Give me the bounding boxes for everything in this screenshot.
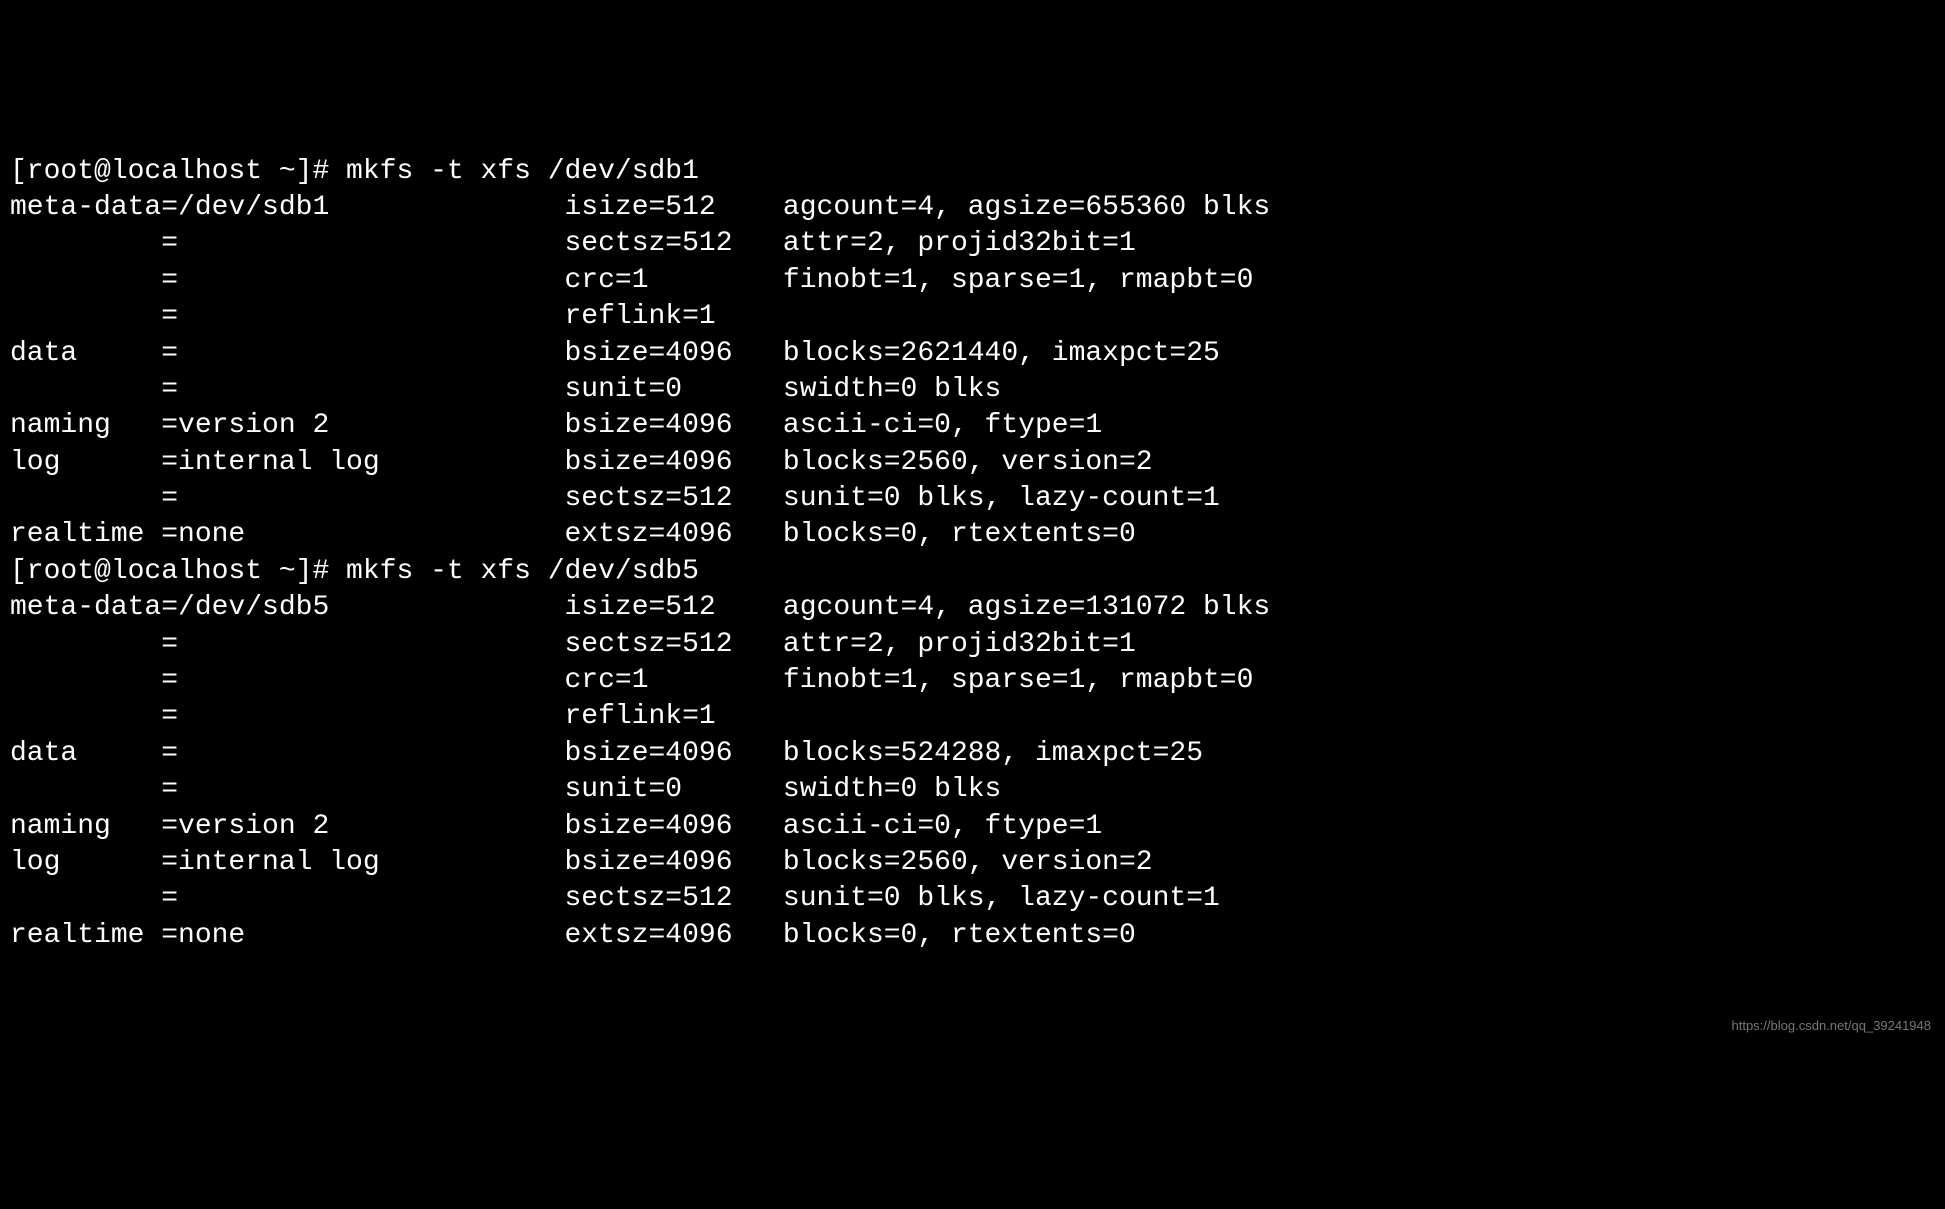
terminal-output: [root@localhost ~]# mkfs -t xfs /dev/sdb… [10, 154, 1935, 955]
output-line: realtime =none extsz=4096 blocks=0, rtex… [10, 920, 1136, 951]
output-line: naming =version 2 bsize=4096 ascii-ci=0,… [10, 410, 1102, 441]
output-line: realtime =none extsz=4096 blocks=0, rtex… [10, 519, 1136, 550]
output-line: = sunit=0 swidth=0 blks [10, 774, 1001, 805]
output-line: = crc=1 finobt=1, sparse=1, rmapbt=0 [10, 665, 1253, 696]
watermark-text: https://blog.csdn.net/qq_39241948 [1732, 1018, 1932, 1035]
output-line: log =internal log bsize=4096 blocks=2560… [10, 447, 1153, 478]
output-line: = crc=1 finobt=1, sparse=1, rmapbt=0 [10, 265, 1253, 296]
output-line: = sectsz=512 sunit=0 blks, lazy-count=1 [10, 883, 1220, 914]
output-line: meta-data=/dev/sdb1 isize=512 agcount=4,… [10, 192, 1270, 223]
output-line: = reflink=1 [10, 701, 716, 732]
output-line: = sectsz=512 attr=2, projid32bit=1 [10, 228, 1136, 259]
prompt-line[interactable]: [root@localhost ~]# mkfs -t xfs /dev/sdb… [10, 156, 699, 187]
output-line: = sectsz=512 attr=2, projid32bit=1 [10, 629, 1136, 660]
output-line: = sectsz=512 sunit=0 blks, lazy-count=1 [10, 483, 1220, 514]
output-line: naming =version 2 bsize=4096 ascii-ci=0,… [10, 811, 1102, 842]
output-line: meta-data=/dev/sdb5 isize=512 agcount=4,… [10, 592, 1270, 623]
output-line: data = bsize=4096 blocks=2621440, imaxpc… [10, 338, 1220, 369]
output-line: = sunit=0 swidth=0 blks [10, 374, 1001, 405]
output-line: = reflink=1 [10, 301, 716, 332]
prompt-line[interactable]: [root@localhost ~]# mkfs -t xfs /dev/sdb… [10, 556, 699, 587]
output-line: log =internal log bsize=4096 blocks=2560… [10, 847, 1153, 878]
output-line: data = bsize=4096 blocks=524288, imaxpct… [10, 738, 1203, 769]
